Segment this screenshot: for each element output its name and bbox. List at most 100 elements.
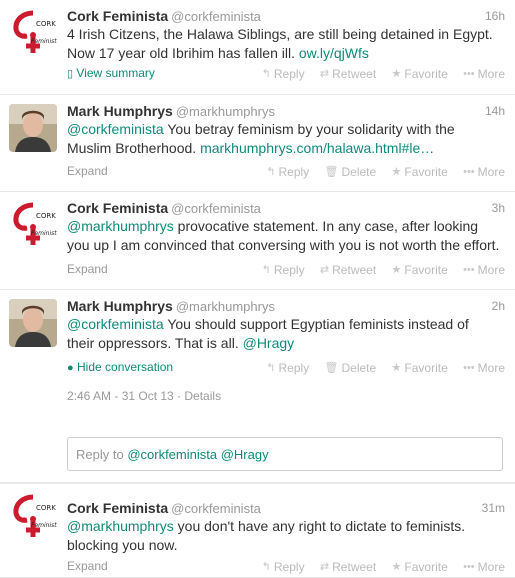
tweet-time[interactable]: 16h <box>485 8 505 25</box>
speech-bubble-icon: ● <box>67 362 74 374</box>
ellipsis-icon: ••• <box>463 166 475 178</box>
tweet-text: @corkfeminista You should support Egypti… <box>67 316 469 351</box>
tweet-time[interactable]: 2h <box>492 298 505 315</box>
reply-arrow-icon: ↰ <box>261 68 271 80</box>
star-icon: ★ <box>391 561 402 573</box>
delete-button[interactable]: 🗑 Delete <box>325 165 377 179</box>
mention-link[interactable]: @corkfeminista <box>67 316 164 332</box>
favorite-button[interactable]: ★ Favorite <box>392 361 448 375</box>
svg-text:CORK: CORK <box>36 20 56 28</box>
tweet[interactable]: Mark Humphrys @markhumphrys 14h @corkfemi… <box>0 95 515 192</box>
mention-link[interactable]: @markhumphrys <box>67 518 174 534</box>
favorite-button[interactable]: ★ Favorite <box>392 165 448 179</box>
svg-text:★: ★ <box>20 31 28 41</box>
svg-text:Feminista: Feminista <box>31 38 57 45</box>
mention-link[interactable]: @Hragy <box>243 335 295 351</box>
author-name[interactable]: Cork Feminista <box>67 8 168 24</box>
tweet-time[interactable]: 3h <box>492 200 505 217</box>
view-summary-link[interactable]: ▯ View summary <box>67 66 155 81</box>
tweet-actions: ↰ Reply ⇄ Retweet ★ Favorite ••• More <box>250 66 505 81</box>
retweet-icon: ⇄ <box>319 561 330 573</box>
person-photo-icon <box>9 299 57 347</box>
retweet-icon: ⇄ <box>319 68 330 80</box>
tweet-header: Mark Humphrys @markhumphrys <box>67 103 275 120</box>
reply-button[interactable]: ↰ Reply <box>262 263 305 277</box>
tweet-link[interactable]: ow.ly/qjWfs <box>299 45 369 61</box>
ellipsis-icon: ••• <box>463 68 475 80</box>
retweet-button[interactable]: ⇄ Retweet <box>320 263 376 277</box>
more-button[interactable]: ••• More <box>463 560 505 574</box>
author-handle[interactable]: @corkfeminista <box>171 201 261 216</box>
tweet-actions: ↰ Reply 🗑 Delete ★ Favorite ••• More <box>254 164 505 179</box>
retweet-button[interactable]: ⇄ Retweet <box>320 67 376 81</box>
person-photo-icon <box>9 104 57 152</box>
author-name[interactable]: Cork Feminista <box>67 200 168 216</box>
tweet-time[interactable]: 31m <box>482 500 505 517</box>
reply-arrow-icon: ↰ <box>266 166 276 178</box>
tweet[interactable]: CORK Feminista ★ Cork Feminista@corkfemi… <box>0 483 515 578</box>
ellipsis-icon: ••• <box>463 362 475 374</box>
star-icon: ★ <box>391 264 402 276</box>
more-button[interactable]: ••• More <box>463 165 505 179</box>
reply-button[interactable]: ↰ Reply <box>262 560 305 574</box>
tweet-text: @corkfeminista You betray feminism by yo… <box>67 121 455 156</box>
trash-icon: 🗑 <box>324 166 339 178</box>
star-icon: ★ <box>391 166 402 178</box>
tweet-text: @markhumphrys you don't have any right t… <box>67 518 466 553</box>
avatar-mark-humphrys[interactable] <box>9 299 57 347</box>
avatar-cork-feminista[interactable]: CORK Feminista ★ <box>9 493 57 541</box>
favorite-button[interactable]: ★ Favorite <box>392 67 448 81</box>
reply-button[interactable]: ↰ Reply <box>266 361 309 375</box>
more-button[interactable]: ••• More <box>463 67 505 81</box>
svg-text:★: ★ <box>20 515 28 525</box>
author-name[interactable]: Mark Humphrys <box>67 298 173 314</box>
tweet-actions: ↰ Reply 🗑 Delete ★ Favorite ••• More <box>254 360 505 375</box>
reply-arrow-icon: ↰ <box>261 561 271 573</box>
favorite-button[interactable]: ★ Favorite <box>392 263 448 277</box>
expand-link[interactable]: Expand <box>67 262 108 276</box>
author-handle[interactable]: @markhumphrys <box>176 104 275 119</box>
reply-mentions: @corkfeminista @Hragy <box>127 447 269 462</box>
tweet[interactable]: CORK Feminista ★ Cork Feminista@corkfemi… <box>0 0 515 95</box>
author-handle[interactable]: @markhumphrys <box>176 299 275 314</box>
tweet-link[interactable]: markhumphrys.com/halawa.html#le… <box>200 140 434 156</box>
reply-button[interactable]: ↰ Reply <box>266 165 309 179</box>
favorite-button[interactable]: ★ Favorite <box>392 560 448 574</box>
mention-link[interactable]: @corkfeminista <box>67 121 164 137</box>
avatar-cork-feminista[interactable]: CORK Feminista ★ <box>9 9 57 57</box>
author-name[interactable]: Cork Feminista <box>67 500 168 516</box>
document-icon: ▯ <box>67 68 74 80</box>
mention-link[interactable]: @markhumphrys <box>67 218 174 234</box>
retweet-button[interactable]: ⇄ Retweet <box>320 560 376 574</box>
tweet[interactable]: CORK Feminista ★ Cork Feminista@corkfemi… <box>0 192 515 290</box>
delete-button[interactable]: 🗑 Delete <box>325 361 377 375</box>
author-handle[interactable]: @corkfeminista <box>171 9 261 24</box>
star-icon: ★ <box>391 68 402 80</box>
ellipsis-icon: ••• <box>463 264 475 276</box>
avatar-cork-feminista[interactable]: CORK Feminista ★ <box>9 201 57 249</box>
reply-arrow-icon: ↰ <box>266 362 276 374</box>
expand-link[interactable]: Expand <box>67 559 108 573</box>
avatar-mark-humphrys[interactable] <box>9 104 57 152</box>
tweet-header: Cork Feminista @corkfeminista <box>67 8 261 25</box>
retweet-icon: ⇄ <box>319 264 330 276</box>
author-name[interactable]: Mark Humphrys <box>67 103 173 119</box>
cork-feminista-logo-icon: CORK Feminista ★ <box>9 201 57 249</box>
hide-conversation-link[interactable]: ● Hide conversation <box>67 360 173 375</box>
cork-feminista-logo-icon: CORK Feminista ★ <box>9 9 57 57</box>
tweet-header: Mark Humphrys @markhumphrys <box>67 298 275 315</box>
tweet-text: 4 Irish Citzens, the Halawa Siblings, ar… <box>67 26 493 61</box>
more-button[interactable]: ••• More <box>463 361 505 375</box>
reply-button[interactable]: ↰ Reply <box>262 67 305 81</box>
reply-input[interactable]: Reply to @corkfeminista @Hragy <box>67 437 503 471</box>
tweet-time[interactable]: 14h <box>485 103 505 120</box>
expand-link[interactable]: Expand <box>67 164 108 178</box>
cork-feminista-logo-icon: CORK Feminista ★ <box>9 493 57 541</box>
svg-text:★: ★ <box>20 223 28 233</box>
star-icon: ★ <box>391 362 402 374</box>
tweet-timestamp-details[interactable]: 2:46 AM - 31 Oct 13 · Details <box>67 389 221 403</box>
more-button[interactable]: ••• More <box>463 263 505 277</box>
author-handle[interactable]: @corkfeminista <box>171 501 261 516</box>
reply-arrow-icon: ↰ <box>261 264 271 276</box>
tweet-text: @markhumphrys provocative statement. In … <box>67 218 500 253</box>
